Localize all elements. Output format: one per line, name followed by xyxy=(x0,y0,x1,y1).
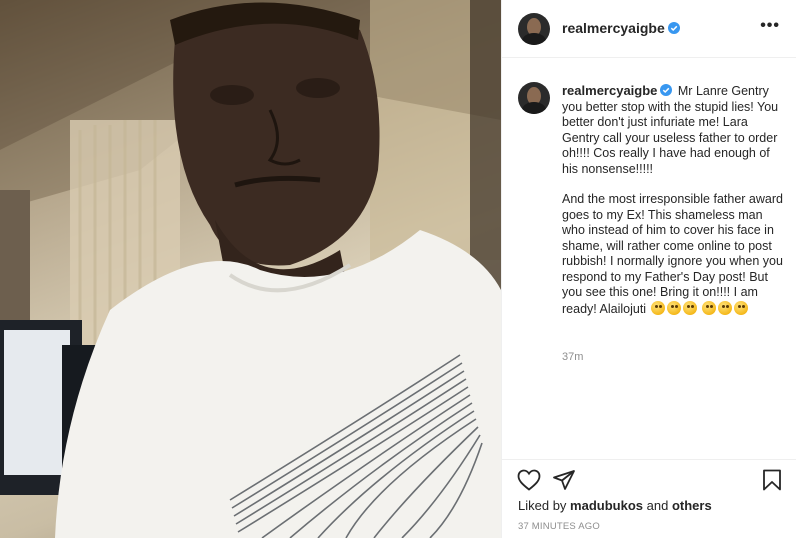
post-caption: realmercyaigbe Mr Lanre Gentry you bette… xyxy=(562,83,784,317)
author-username-text[interactable]: realmercyaigbe xyxy=(562,20,665,36)
likes-summary: Liked by madubukos and others xyxy=(518,498,712,513)
verified-badge-icon xyxy=(667,22,680,34)
caption-author-avatar[interactable] xyxy=(518,82,550,114)
caption-username-text[interactable]: realmercyaigbe xyxy=(562,83,657,98)
author-avatar[interactable] xyxy=(518,13,550,45)
more-options-icon[interactable]: ••• xyxy=(760,17,780,35)
caption-paragraph-2: And the most irresponsible father award … xyxy=(562,192,783,316)
heart-icon[interactable] xyxy=(517,469,541,491)
likes-prefix: Liked by xyxy=(518,498,567,513)
post-photo[interactable] xyxy=(0,0,501,538)
flushed-face-emoji-icon xyxy=(702,300,717,315)
post-header: realmercyaigbe ••• xyxy=(502,0,796,58)
comments-area: realmercyaigbe Mr Lanre Gentry you bette… xyxy=(502,59,796,459)
flushed-face-emoji-icon xyxy=(666,300,681,315)
flushed-face-emoji-icon xyxy=(734,300,749,315)
flushed-face-emoji-icon xyxy=(682,300,697,315)
caption-username[interactable]: realmercyaigbe xyxy=(562,83,673,98)
liker-username[interactable]: madubukos xyxy=(570,498,643,513)
verified-badge-icon xyxy=(660,84,673,96)
likes-conj: and xyxy=(646,498,669,513)
caption-time[interactable]: 37m xyxy=(562,351,583,363)
flushed-face-emoji-icon xyxy=(718,300,733,315)
likes-others-link[interactable]: others xyxy=(672,498,712,513)
selfie-illustration xyxy=(0,0,501,538)
bookmark-icon[interactable] xyxy=(762,469,782,491)
post-timestamp[interactable]: 37 MINUTES AGO xyxy=(518,521,600,532)
post-side-panel: realmercyaigbe ••• realmercyaigbe Mr Lan… xyxy=(502,0,796,538)
flushed-face-emoji-icon xyxy=(650,300,665,315)
author-username[interactable]: realmercyaigbe xyxy=(562,20,680,36)
send-icon[interactable] xyxy=(552,469,576,491)
post-actions: Liked by madubukos and others 37 MINUTES… xyxy=(502,459,796,539)
